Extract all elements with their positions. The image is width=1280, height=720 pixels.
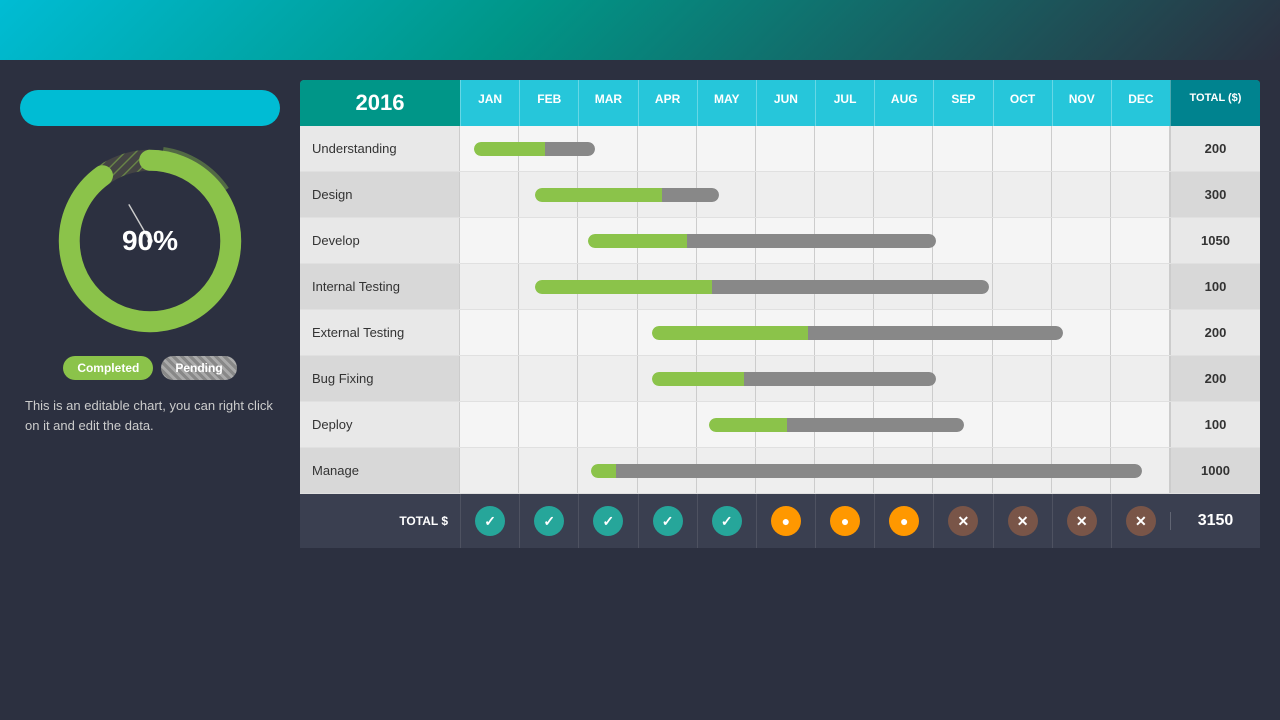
status-jan: ✓: [460, 494, 519, 548]
status-nov: ✕: [1052, 494, 1111, 548]
chart-title-bar: [20, 90, 280, 126]
row-label: Bug Fixing: [300, 356, 460, 401]
percentage-text: 90%: [122, 225, 178, 257]
row-total: 1050: [1170, 218, 1260, 263]
legend-pending: Pending: [161, 356, 236, 380]
gantt-year: 2016: [300, 80, 460, 126]
gantt-body: Understanding 200 Design 300 Develop: [300, 126, 1260, 494]
month-jul: JUL: [815, 80, 874, 126]
month-jan: JAN: [460, 80, 519, 126]
row-total: 200: [1170, 126, 1260, 171]
month-nov: NOV: [1052, 80, 1111, 126]
gantt-row: Develop 1050: [300, 218, 1260, 264]
month-aug: AUG: [874, 80, 933, 126]
row-label: Understanding: [300, 126, 460, 171]
footer-label: TOTAL $: [300, 514, 460, 528]
chart-legend: Completed Pending: [20, 356, 280, 380]
gantt-row: Internal Testing 100: [300, 264, 1260, 310]
left-panel: 90% Completed Pending This is an editabl…: [20, 80, 280, 548]
row-total: 200: [1170, 310, 1260, 355]
month-feb: FEB: [519, 80, 578, 126]
month-dec: DEC: [1111, 80, 1170, 126]
row-label: Design: [300, 172, 460, 217]
row-total: 100: [1170, 264, 1260, 309]
month-oct: OCT: [993, 80, 1052, 126]
month-jun: JUN: [756, 80, 815, 126]
status-dec: ✕: [1111, 494, 1170, 548]
top-bar: [0, 0, 1280, 60]
chart-description: This is an editable chart, you can right…: [20, 396, 280, 435]
gantt-header: 2016 JAN FEB MAR APR MAY JUN JUL AUG SEP…: [300, 80, 1260, 126]
footer-total: 3150: [1170, 512, 1260, 530]
status-feb: ✓: [519, 494, 578, 548]
row-total: 1000: [1170, 448, 1260, 493]
gantt-chart: 2016 JAN FEB MAR APR MAY JUN JUL AUG SEP…: [300, 80, 1260, 548]
gantt-row: Deploy 100: [300, 402, 1260, 448]
gantt-row: Bug Fixing 200: [300, 356, 1260, 402]
status-sep: ✕: [933, 494, 992, 548]
status-jun: ●: [756, 494, 815, 548]
gantt-row: External Testing 200: [300, 310, 1260, 356]
legend-completed: Completed: [63, 356, 153, 380]
row-label: Manage: [300, 448, 460, 493]
status-apr: ✓: [638, 494, 697, 548]
gantt-row: Design 300: [300, 172, 1260, 218]
row-total: 100: [1170, 402, 1260, 447]
row-label: Deploy: [300, 402, 460, 447]
gantt-row: Understanding 200: [300, 126, 1260, 172]
gantt-footer: TOTAL $ ✓ ✓ ✓ ✓ ✓ ● ● ● ✕ ✕ ✕ ✕ 3150: [300, 494, 1260, 548]
month-may: MAY: [697, 80, 756, 126]
status-oct: ✕: [993, 494, 1052, 548]
total-header: TOTAL ($): [1170, 80, 1260, 126]
month-sep: SEP: [933, 80, 992, 126]
month-apr: APR: [638, 80, 697, 126]
gantt-row: Manage 1000: [300, 448, 1260, 494]
status-mar: ✓: [578, 494, 637, 548]
row-label: External Testing: [300, 310, 460, 355]
row-label: Develop: [300, 218, 460, 263]
status-jul: ●: [815, 494, 874, 548]
donut-chart: 90%: [20, 146, 280, 336]
status-may: ✓: [697, 494, 756, 548]
status-aug: ●: [874, 494, 933, 548]
row-label: Internal Testing: [300, 264, 460, 309]
row-total: 300: [1170, 172, 1260, 217]
month-mar: MAR: [578, 80, 637, 126]
row-total: 200: [1170, 356, 1260, 401]
